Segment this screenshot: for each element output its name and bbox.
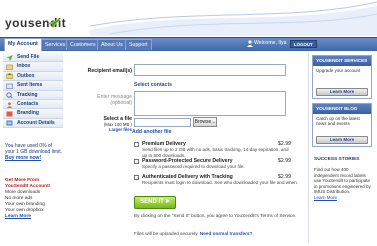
authenticated-checkbox[interactable] xyxy=(134,175,139,180)
upload-note-text: Files will be uploaded securely. xyxy=(134,231,199,236)
sidebar-item-branding[interactable]: Branding xyxy=(3,109,63,119)
file-path-input[interactable] xyxy=(134,118,191,127)
sidebar-item-label: Inbox xyxy=(17,63,31,70)
get-more-title: Get More From YouSendIt Account! xyxy=(5,178,51,189)
usage-text: You have used 0% of your 1 GB download l… xyxy=(5,143,62,156)
arrow-right-icon xyxy=(165,199,170,203)
right-divider xyxy=(308,53,309,243)
sidebar-item-label: Contacts xyxy=(17,100,39,107)
page: { "header": { "logo_text": "yousendit", … xyxy=(0,0,377,246)
success-stories-link[interactable]: Learn More xyxy=(314,195,372,201)
tab-my-account[interactable]: My Account xyxy=(4,38,42,51)
blog-title: YOUSENDIT BLOG xyxy=(313,104,371,114)
services-box: YOUSENDIT SERVICES Upgrade your account … xyxy=(312,55,372,99)
sidebar-item-tracking[interactable]: Tracking xyxy=(3,90,63,100)
logout-button[interactable]: LOGOUT xyxy=(290,40,317,48)
paper-plane-icon xyxy=(47,18,61,28)
contacts-icon xyxy=(6,101,13,108)
larger-files-link[interactable]: Larger files xyxy=(76,127,132,132)
get-more-learn-link[interactable]: Learn More xyxy=(5,214,63,220)
add-another-file-link[interactable]: Add another file xyxy=(132,129,171,135)
sidebar-item-label: Branding xyxy=(17,110,39,117)
tab-support[interactable]: Support xyxy=(125,39,152,50)
success-stories-body: Find out how 400 independent record labe… xyxy=(314,167,372,201)
normal-transfers-link[interactable]: Need normal transfers? xyxy=(200,231,253,236)
tab-customers[interactable]: Customers xyxy=(66,39,100,50)
user-icon xyxy=(247,40,253,47)
sidebar-item-account-details[interactable]: Account Details xyxy=(3,118,63,129)
premium-checkbox[interactable] xyxy=(134,142,139,147)
message-input[interactable] xyxy=(134,91,286,116)
sidebar-item-sent-items[interactable]: Sent Items xyxy=(3,81,63,91)
recipient-input[interactable] xyxy=(134,64,286,76)
terms-text: By clicking on the "Send It" button, you… xyxy=(134,213,297,218)
blog-box: YOUSENDIT BLOG Catch up on the latest ne… xyxy=(312,103,372,147)
sidebar-item-label: Account Details xyxy=(17,119,55,126)
sidebar-item-contacts[interactable]: Contacts xyxy=(3,99,63,110)
sidebar-item-label: Outbox xyxy=(17,72,35,79)
sent-items-icon xyxy=(6,83,13,89)
select-contacts-link[interactable]: Select contacts xyxy=(134,82,172,88)
tracking-icon xyxy=(6,92,13,99)
sidebar: Send File Inbox Outbox Sent Items Tracki… xyxy=(3,53,63,129)
branding-icon xyxy=(6,111,13,117)
blog-text: Catch up on the latest news and events xyxy=(316,115,360,127)
services-title: YOUSENDIT SERVICES xyxy=(313,56,371,66)
browse-button[interactable]: Browse... xyxy=(193,117,217,127)
recipient-label: Recipient email(s) xyxy=(87,68,132,74)
password-desc: Specify a password required to download … xyxy=(142,164,245,169)
services-body: Upgrade your account xyxy=(313,66,371,86)
send-it-button[interactable]: SEND IT xyxy=(134,196,176,209)
get-more-box: Get More From YouSendIt Account! More do… xyxy=(5,178,63,220)
success-stories-text: Find out how 400 independent record labe… xyxy=(314,167,371,195)
password-checkbox[interactable] xyxy=(134,159,139,164)
header-swoosh xyxy=(90,1,377,36)
sidebar-item-inbox[interactable]: Inbox xyxy=(3,62,63,72)
services-learn-more-button[interactable]: Learn More xyxy=(316,88,368,96)
sidebar-item-label: Tracking xyxy=(17,91,38,98)
tab-about-us[interactable]: About Us xyxy=(97,39,127,50)
premium-desc: Send files up to 2 GB with no ads, basic… xyxy=(142,147,289,158)
welcome-text: Welcome, Ilya xyxy=(254,40,287,46)
services-text: Upgrade your account xyxy=(316,67,361,73)
message-label: Enter message (optional) xyxy=(97,94,132,106)
blog-learn-more-button[interactable]: Learn More xyxy=(316,136,368,144)
upload-note: Files will be uploaded securely. Need no… xyxy=(134,231,304,237)
success-stories-title: SUCCESS STORIES xyxy=(314,157,360,162)
logo[interactable]: yousendit xyxy=(5,16,66,30)
sidebar-item-send-file[interactable]: Send File xyxy=(3,53,63,63)
authenticated-desc: Recipients must login to download. See w… xyxy=(142,180,299,185)
account-details-icon xyxy=(6,120,13,126)
buy-more-link[interactable]: Buy more now! xyxy=(5,155,63,161)
send-icon xyxy=(6,54,13,61)
inbox-icon xyxy=(6,64,13,70)
sidebar-item-outbox[interactable]: Outbox xyxy=(3,71,63,82)
usage-promo: You have used 0% of your 1 GB download l… xyxy=(5,143,63,162)
sidebar-item-label: Sent Items xyxy=(17,82,43,89)
sidebar-item-label: Send File xyxy=(17,54,40,60)
blog-body: Catch up on the latest news and events xyxy=(313,114,371,139)
outbox-icon xyxy=(6,73,13,80)
send-it-label: SEND IT xyxy=(140,199,164,205)
